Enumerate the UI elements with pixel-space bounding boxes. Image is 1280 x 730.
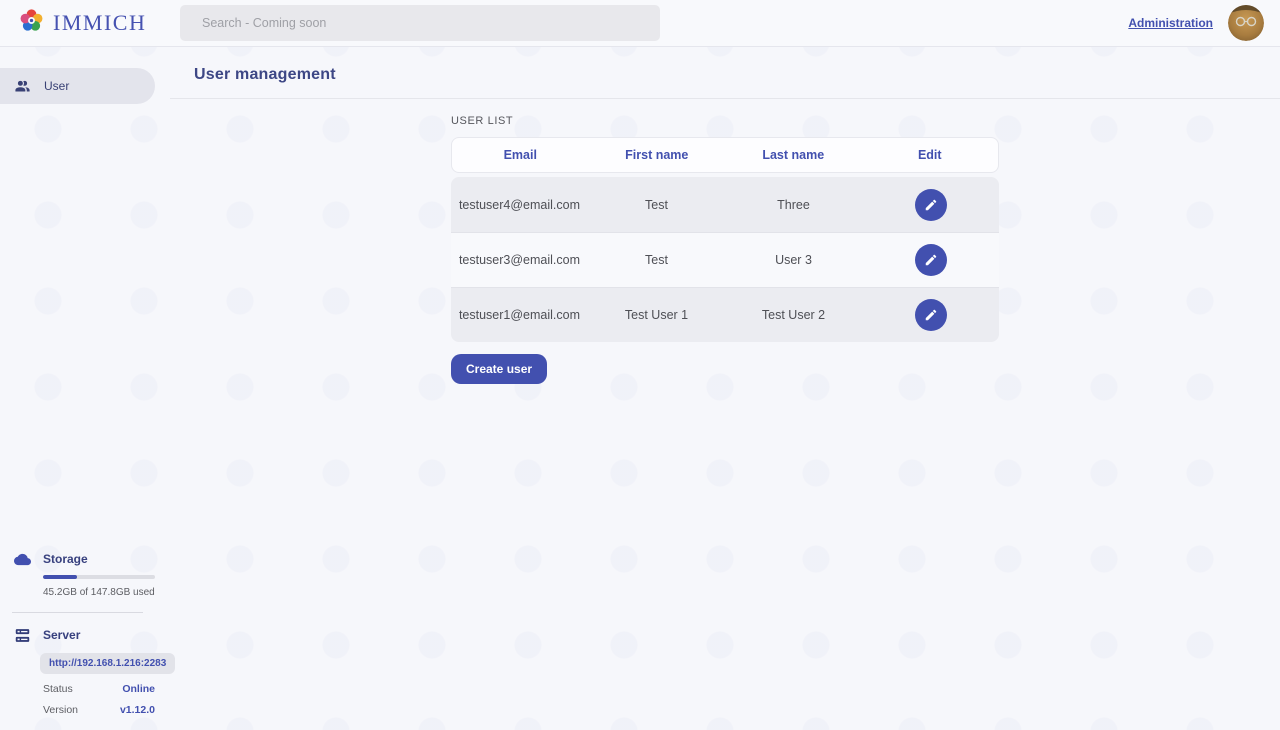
admin-sidebar: User Storage 45.2GB of 147.8GB used — [0, 47, 155, 730]
version-value: v1.12.0 — [120, 704, 155, 716]
sidebar-item-user[interactable]: User — [0, 68, 155, 104]
server-title: Server — [43, 627, 155, 644]
storage-usage-text: 45.2GB of 147.8GB used — [43, 587, 155, 598]
server-version-row: Version v1.12.0 — [43, 704, 155, 716]
column-header-edit: Edit — [862, 148, 999, 162]
sidebar-footer: Storage 45.2GB of 147.8GB used — [0, 551, 155, 730]
cell-first-name: Test User 1 — [588, 308, 725, 322]
page-body: User Storage 45.2GB of 147.8GB used — [0, 47, 1280, 730]
storage-section: Storage 45.2GB of 147.8GB used — [0, 551, 155, 598]
pencil-icon — [924, 253, 938, 267]
server-url-badge: http://192.168.1.216:2283 — [40, 653, 175, 674]
sidebar-divider — [12, 612, 143, 613]
administration-link[interactable]: Administration — [1128, 16, 1213, 30]
sidebar-item-label: User — [44, 79, 69, 93]
table-row: testuser3@email.com Test User 3 — [451, 232, 999, 287]
edit-user-button[interactable] — [915, 299, 947, 331]
status-value: Online — [122, 683, 155, 695]
top-bar-right: Administration — [1128, 5, 1264, 41]
cell-edit — [862, 189, 999, 221]
table-row: testuser1@email.com Test User 1 Test Use… — [451, 287, 999, 342]
pencil-icon — [924, 308, 938, 322]
edit-user-button[interactable] — [915, 244, 947, 276]
users-icon — [14, 78, 31, 95]
cell-first-name: Test — [588, 198, 725, 212]
version-label: Version — [43, 704, 78, 716]
cell-last-name: User 3 — [725, 253, 862, 267]
cell-email: testuser3@email.com — [451, 253, 588, 267]
user-list-panel: USER LIST Email First name Last name Edi… — [451, 115, 999, 384]
cell-edit — [862, 244, 999, 276]
brand-title: IMMICH — [53, 10, 146, 36]
edit-user-button[interactable] — [915, 189, 947, 221]
top-bar: IMMICH Administration — [0, 0, 1280, 47]
user-table-body: testuser4@email.com Test Three t — [451, 177, 999, 342]
cloud-icon — [14, 551, 31, 568]
immich-logo[interactable]: IMMICH — [18, 7, 146, 39]
cell-first-name: Test — [588, 253, 725, 267]
create-user-button[interactable]: Create user — [451, 354, 547, 384]
status-label: Status — [43, 683, 73, 695]
cell-last-name: Three — [725, 198, 862, 212]
user-avatar[interactable] — [1228, 5, 1264, 41]
server-section: Server http://192.168.1.216:2283 Status … — [0, 627, 155, 716]
column-header-first-name: First name — [589, 148, 726, 162]
cell-last-name: Test User 2 — [725, 308, 862, 322]
column-header-email: Email — [452, 148, 589, 162]
search-input[interactable] — [180, 5, 660, 41]
storage-progress-fill — [43, 575, 77, 579]
server-icon — [14, 627, 31, 644]
title-divider — [170, 98, 1280, 99]
sidebar-spacer — [0, 104, 155, 551]
storage-progress-bar — [43, 575, 155, 579]
cell-email: testuser4@email.com — [451, 198, 588, 212]
main-content: User management USER LIST Email First na… — [170, 47, 1280, 730]
user-table-header: Email First name Last name Edit — [451, 137, 999, 173]
cell-email: testuser1@email.com — [451, 308, 588, 322]
column-header-last-name: Last name — [725, 148, 862, 162]
immich-admin-app: IMMICH Administration — [0, 0, 1280, 730]
immich-flower-icon — [18, 7, 45, 39]
cell-edit — [862, 299, 999, 331]
pencil-icon — [924, 198, 938, 212]
table-row: testuser4@email.com Test Three — [451, 177, 999, 232]
server-status-row: Status Online — [43, 683, 155, 695]
user-list-label: USER LIST — [451, 115, 999, 127]
storage-title: Storage — [43, 551, 155, 568]
page-title: User management — [170, 47, 1280, 98]
